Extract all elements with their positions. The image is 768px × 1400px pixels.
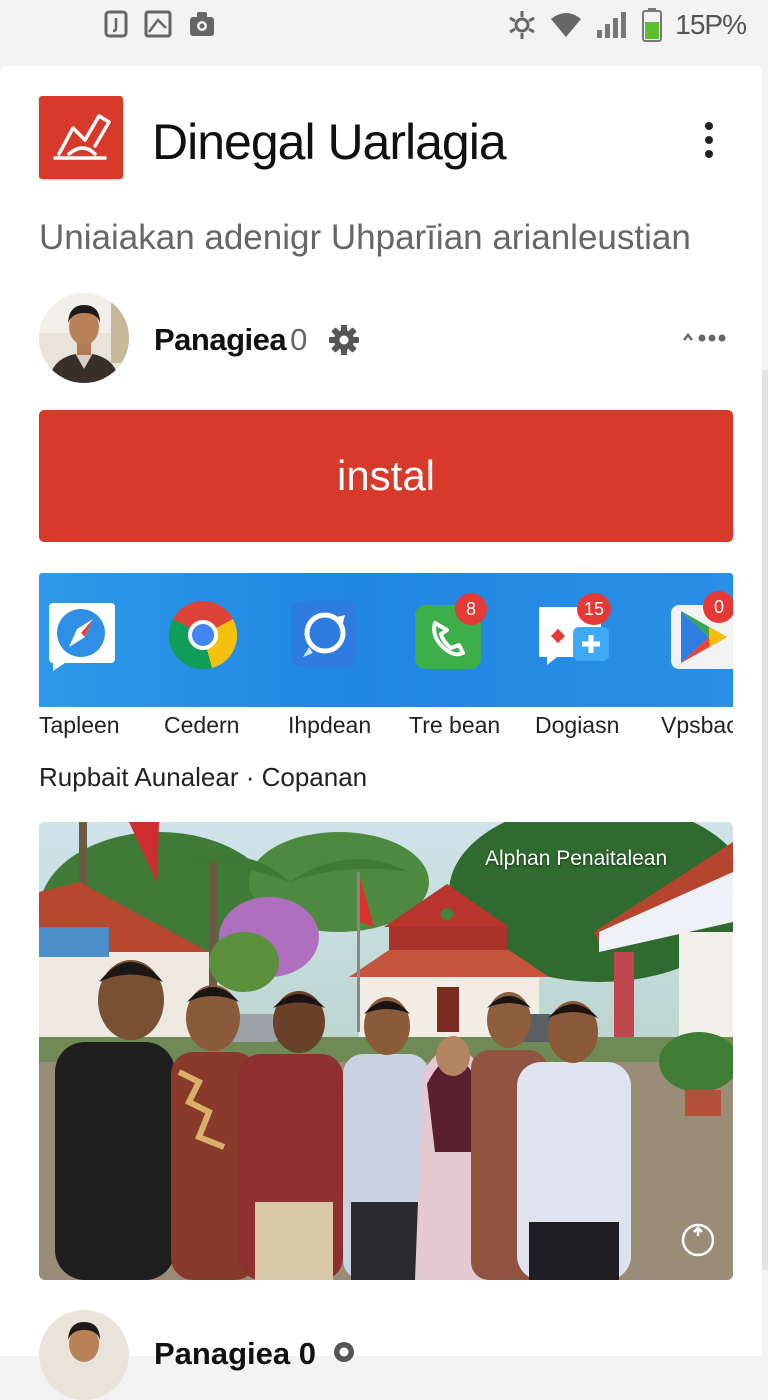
more-options-icon[interactable] [682,326,726,350]
status-notifications [104,10,216,38]
person-avatar-icon [39,1310,129,1400]
app-label[interactable]: Tapleen [39,710,120,740]
related-apps-strip: 8 15 0 [39,573,733,707]
gear-icon[interactable] [328,1336,360,1368]
bluetooth-icon [509,11,536,39]
image-icon [144,10,172,38]
status-time: 15P% [675,9,747,40]
developer-count: 0 [290,322,307,357]
status-bar: 15P% [0,0,768,56]
sim-card-icon [104,10,128,38]
expand-icon[interactable] [680,1222,716,1258]
signature-icon [53,114,111,160]
developer-name-text: Panagiea [154,322,287,357]
photo-caption: Alphan Penaitalean [485,847,668,870]
app-label[interactable]: Tre bean [409,710,500,740]
app-label[interactable]: Cedern [164,710,239,740]
battery-icon [642,8,663,42]
app-label[interactable]: Ihpdean [288,710,371,740]
notification-badge: 8 [455,593,487,625]
group-photo-image [39,822,733,1280]
sync-chat-icon [291,601,357,667]
app-icon[interactable] [39,96,123,179]
overflow-menu-icon[interactable] [696,118,722,162]
next-developer-avatar[interactable] [39,1310,129,1400]
gear-icon[interactable] [328,324,360,356]
app-title: Dinegal Uarlagia [152,114,507,170]
next-developer-name[interactable]: Panagiea 0 [154,1334,316,1374]
chrome-icon [168,601,238,670]
app-tile-1[interactable] [45,597,117,671]
person-avatar-icon [39,293,129,383]
status-system: 15P% [507,8,747,42]
compass-icon [49,603,115,671]
app-label[interactable]: Dogiasn [535,710,619,740]
camera-icon [190,12,214,36]
scrollbar[interactable] [762,370,768,1270]
related-apps-labels: Tapleen Cedern Ihpdean Tre bean Dogiasn … [39,708,733,742]
install-button[interactable]: instal [39,410,733,542]
app-label[interactable]: Vpsbac [661,710,733,740]
wifi-icon [551,13,582,37]
app-tile-3[interactable] [289,597,361,669]
developer-name[interactable]: Panagiea 0 [154,320,307,360]
signal-icon [597,12,627,38]
section-heading: Rupbait Aunalear · Copanan [39,762,368,792]
notification-badge: 0 [703,591,733,623]
app-subtitle: Uniaiakan adenigr Uhparīian arianleustia… [39,218,691,257]
app-tile-2[interactable] [167,597,239,670]
notification-badge: 15 [577,593,611,625]
featured-photo[interactable] [39,822,733,1280]
developer-avatar[interactable] [39,293,129,383]
